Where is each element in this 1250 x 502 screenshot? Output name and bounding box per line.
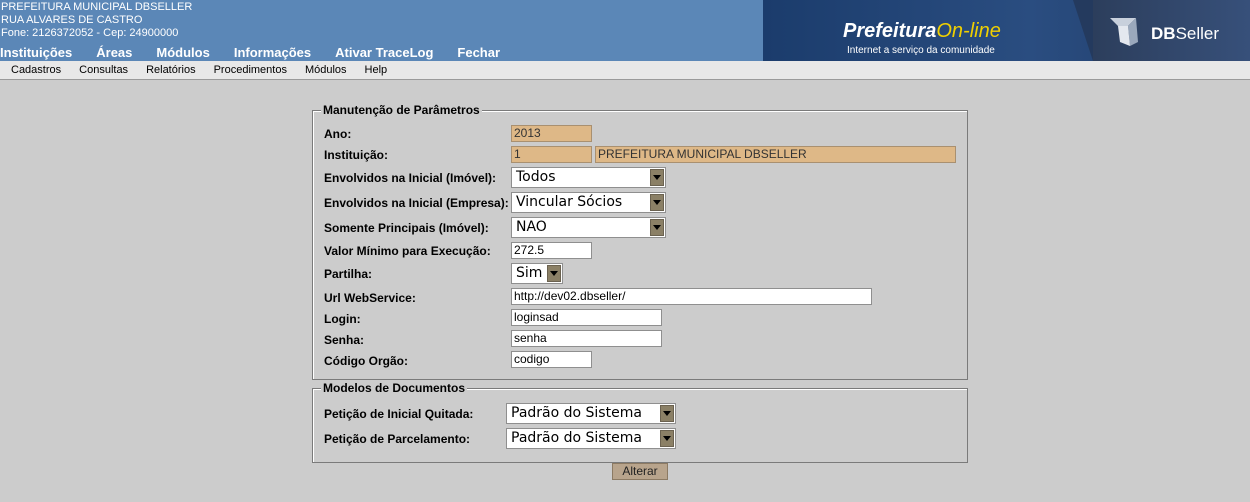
chevron-down-icon[interactable] <box>660 405 674 422</box>
submenu-relatorios[interactable]: Relatórios <box>146 64 196 76</box>
peticao-quitada-select[interactable]: Padrão do Sistema <box>506 403 676 424</box>
menu-informacoes[interactable]: Informações <box>234 45 311 60</box>
menu-modulos[interactable]: Módulos <box>156 45 209 60</box>
url-webservice-label: Url WebService: <box>324 291 416 305</box>
org-name: PREFEITURA MUNICIPAL DBSELLER <box>1 1 193 13</box>
valor-minimo-input[interactable]: 272.5 <box>511 242 592 259</box>
submenu-modulos[interactable]: Módulos <box>305 64 347 76</box>
dbseller-logo-icon <box>1110 18 1138 46</box>
peticao-parcelamento-select[interactable]: Padrão do Sistema <box>506 428 676 449</box>
url-webservice-input[interactable]: http://dev02.dbseller/ <box>511 288 872 305</box>
header-info: PREFEITURA MUNICIPAL DBSELLER RUA ALVARE… <box>1 1 192 40</box>
chevron-down-icon[interactable] <box>660 430 674 447</box>
submenu-help[interactable]: Help <box>365 64 388 76</box>
menu-instituicoes[interactable]: Instituições <box>0 45 72 60</box>
instituicao-name-field[interactable]: PREFEITURA MUNICIPAL DBSELLER <box>595 146 956 163</box>
chevron-down-icon[interactable] <box>547 265 561 282</box>
partilha-select[interactable]: Sim <box>511 263 563 284</box>
somente-principais-select[interactable]: NAO <box>511 217 666 238</box>
senha-input[interactable]: senha <box>511 330 662 347</box>
chevron-down-icon[interactable] <box>650 194 664 211</box>
menu-fechar[interactable]: Fechar <box>457 45 500 60</box>
parametros-legend: Manutenção de Parâmetros <box>321 103 482 117</box>
main-menu: Instituições Áreas Módulos Informações A… <box>0 45 524 60</box>
brand-banner: PrefeituraOn-line Internet a serviço da … <box>763 0 1250 61</box>
modelos-fieldset: Modelos de Documentos <box>312 381 968 463</box>
envolvidos-imovel-label: Envolvidos na Inicial (Imóvel): <box>324 171 497 185</box>
dbseller-logo-text: DBSeller <box>1151 24 1220 43</box>
partilha-label: Partilha: <box>324 267 373 281</box>
valor-minimo-label: Valor Mínimo para Execução: <box>324 244 491 258</box>
ano-label: Ano: <box>324 127 352 141</box>
logo-tagline: Internet a serviço da comunidade <box>847 45 995 56</box>
alterar-button[interactable]: Alterar <box>612 463 668 480</box>
envolvidos-imovel-select[interactable]: Todos <box>511 167 666 188</box>
menu-areas[interactable]: Áreas <box>96 45 132 60</box>
envolvidos-empresa-select[interactable]: Vincular Sócios <box>511 192 666 213</box>
peticao-parcelamento-label: Petição de Parcelamento: <box>324 432 471 446</box>
somente-principais-label: Somente Principais (Imóvel): <box>324 221 489 235</box>
modelos-legend: Modelos de Documentos <box>321 381 468 395</box>
submenu-cadastros[interactable]: Cadastros <box>11 64 61 76</box>
chevron-down-icon[interactable] <box>650 219 664 236</box>
org-address: RUA ALVARES DE CASTRO <box>1 14 143 26</box>
submenu-procedimentos[interactable]: Procedimentos <box>214 64 287 76</box>
envolvidos-empresa-label: Envolvidos na Inicial (Empresa): <box>324 196 509 210</box>
sub-menu: Cadastros Consultas Relatórios Procedime… <box>0 61 1250 80</box>
instituicao-code-field[interactable]: 1 <box>511 146 592 163</box>
prefeitura-online-logo: PrefeituraOn-line <box>843 20 1001 42</box>
menu-ativar-tracelog[interactable]: Ativar TraceLog <box>335 45 433 60</box>
login-label: Login: <box>324 312 361 326</box>
chevron-down-icon[interactable] <box>650 169 664 186</box>
instituicao-label: Instituição: <box>324 148 389 162</box>
senha-label: Senha: <box>324 333 365 347</box>
app-header: PREFEITURA MUNICIPAL DBSELLER RUA ALVARE… <box>0 0 1250 61</box>
codigo-orgao-input[interactable]: codigo <box>511 351 592 368</box>
peticao-quitada-label: Petição de Inicial Quitada: <box>324 407 474 421</box>
submenu-consultas[interactable]: Consultas <box>79 64 128 76</box>
login-input[interactable]: loginsad <box>511 309 662 326</box>
ano-field[interactable]: 2013 <box>511 125 592 142</box>
org-contact: Fone: 2126372052 - Cep: 24900000 <box>1 27 179 39</box>
codigo-orgao-label: Código Orgão: <box>324 354 408 368</box>
